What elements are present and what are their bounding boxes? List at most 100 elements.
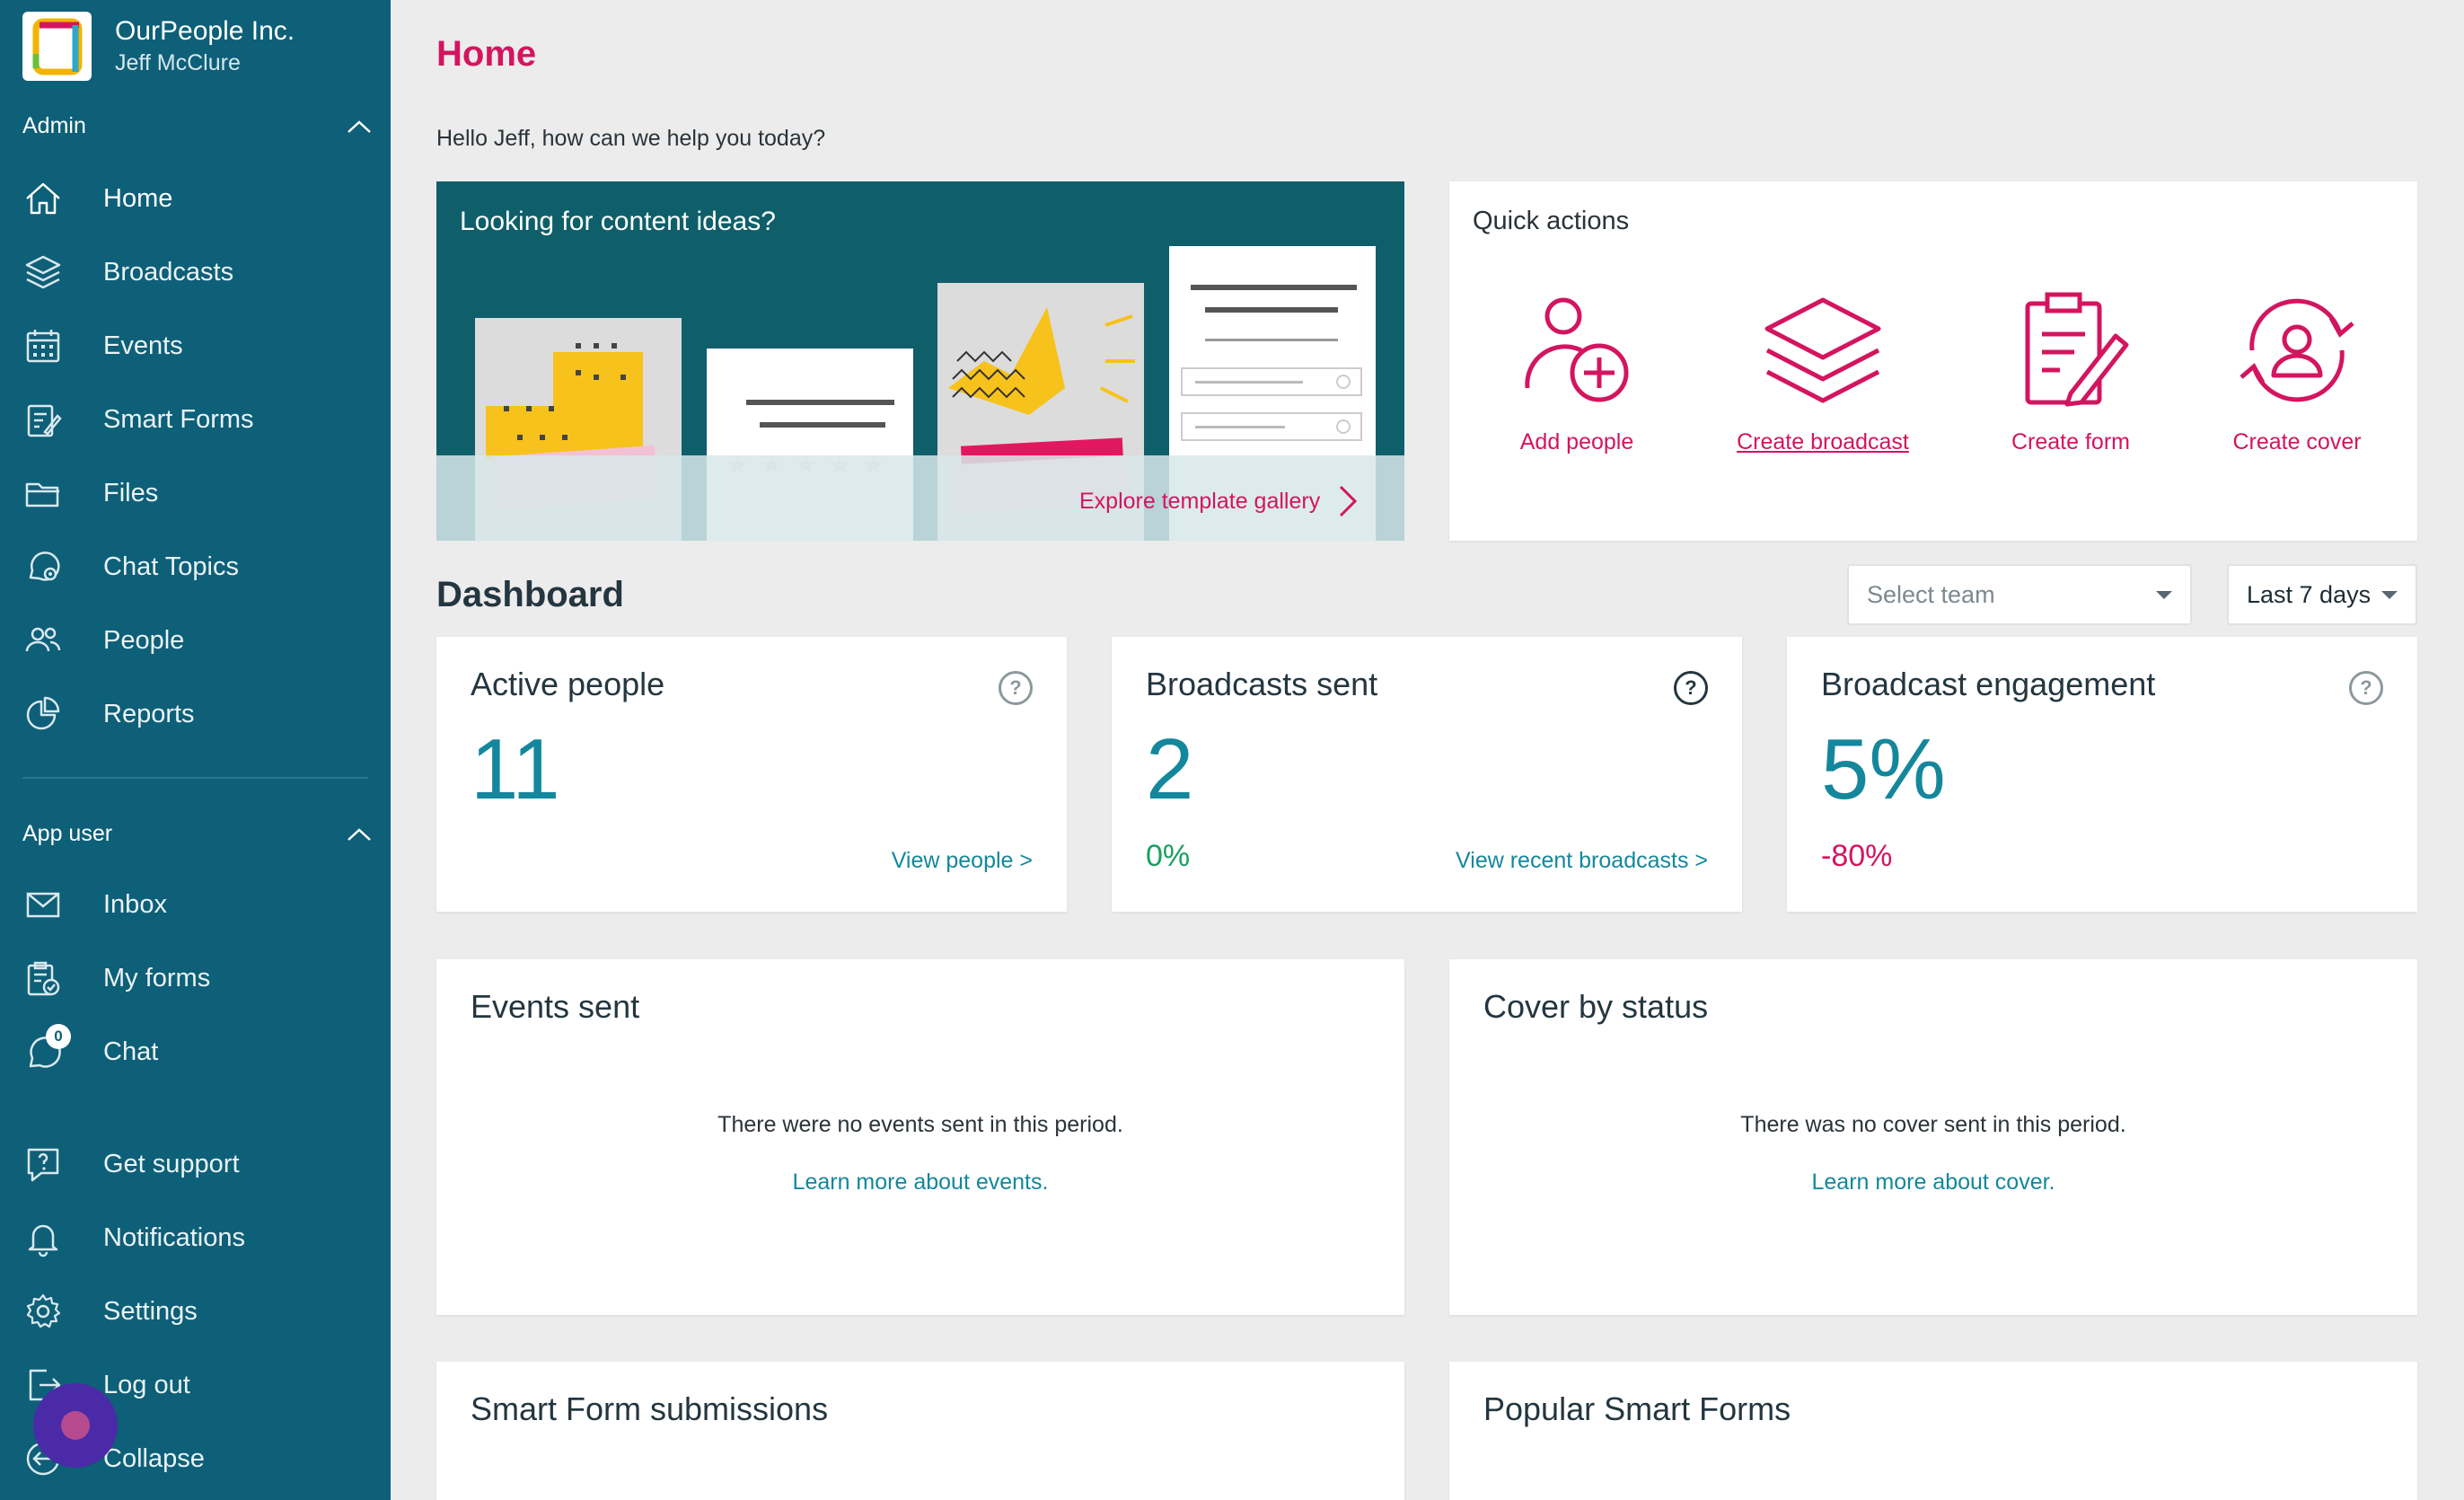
sidebar-item-people[interactable]: People xyxy=(22,613,373,667)
sidebar-item-settings[interactable]: Settings xyxy=(22,1284,373,1338)
app-user-section-toggle[interactable]: App user xyxy=(22,821,373,847)
create-form-action[interactable]: Create form xyxy=(1954,287,2187,455)
app-user-section-label: App user xyxy=(22,821,113,846)
sidebar-item-label: Chat xyxy=(103,1037,159,1066)
sidebar-item-label: Inbox xyxy=(103,889,167,919)
org-header[interactable]: OurPeople Inc. Jeff McClure xyxy=(22,12,295,81)
explore-link-label: Explore template gallery xyxy=(1079,488,1321,514)
sidebar-item-label: Chat Topics xyxy=(103,551,239,581)
help-icon[interactable]: ? xyxy=(1674,671,1708,705)
sidebar-item-chat-topics[interactable]: Chat Topics xyxy=(22,540,373,594)
sidebar-item-broadcasts[interactable]: Broadcasts xyxy=(22,245,373,299)
explore-template-gallery-link[interactable]: Explore template gallery xyxy=(1079,483,1360,519)
sidebar-item-label: Settings xyxy=(103,1296,198,1326)
chevron-right-icon xyxy=(1340,485,1358,517)
sidebar-item-label: Smart Forms xyxy=(103,404,254,434)
broadcast-engagement-card: Broadcast engagement ? 5% -80% xyxy=(1787,637,2417,912)
chat-icon: 0 xyxy=(22,1024,71,1072)
sidebar-item-reports[interactable]: Reports xyxy=(22,687,373,741)
select-team-dropdown[interactable]: Select team xyxy=(1847,564,2192,625)
create-broadcast-action[interactable]: Create broadcast xyxy=(1706,287,1940,455)
sidebar-item-label: Get support xyxy=(103,1149,240,1178)
sidebar-item-label: Notifications xyxy=(103,1222,245,1252)
panel-title: Smart Form submissions xyxy=(471,1390,829,1427)
stat-title: Broadcast engagement xyxy=(1821,666,2156,702)
sidebar-item-get-support[interactable]: Get support xyxy=(22,1137,373,1191)
help-icon[interactable]: ? xyxy=(999,671,1033,705)
empty-state-message: There were no events sent in this period… xyxy=(717,1112,1123,1137)
sidebar-item-label: Broadcasts xyxy=(103,257,234,287)
broadcasts-sent-card: Broadcasts sent ? 2 0% View recent broad… xyxy=(1112,637,1742,912)
learn-more-cover-link[interactable]: Learn more about cover. xyxy=(1449,1169,2417,1196)
caret-down-icon xyxy=(2156,590,2172,599)
add-people-action[interactable]: Add people xyxy=(1460,287,1694,455)
view-recent-broadcasts-link[interactable]: View recent broadcasts > xyxy=(1456,848,1708,874)
stat-value: 5% xyxy=(1821,721,1946,817)
person-refresh-icon xyxy=(2240,298,2354,402)
form-icon xyxy=(22,399,64,440)
period-value: Last 7 days xyxy=(2247,580,2372,608)
sidebar-divider xyxy=(22,777,368,779)
sidebar-item-label: Files xyxy=(103,478,159,507)
select-team-placeholder: Select team xyxy=(1867,580,1995,608)
period-dropdown[interactable]: Last 7 days xyxy=(2227,564,2417,625)
chevron-up-icon xyxy=(348,119,371,133)
stat-title: Broadcasts sent xyxy=(1146,666,1378,702)
sidebar-item-events[interactable]: Events xyxy=(22,319,373,373)
sidebar-item-home[interactable]: Home xyxy=(22,172,373,225)
sidebar-item-label: My forms xyxy=(103,963,211,993)
popular-smart-forms-panel: Popular Smart Forms xyxy=(1449,1362,2417,1500)
pie-chart-icon xyxy=(22,693,64,735)
sidebar-item-inbox[interactable]: Inbox xyxy=(22,878,373,931)
add-people-label: Add people xyxy=(1519,429,1634,454)
stat-value: 2 xyxy=(1146,721,1194,817)
create-cover-action[interactable]: Create cover xyxy=(2180,287,2414,455)
template-gallery-banner[interactable]: Looking for content ideas? Explore templ… xyxy=(436,181,1404,541)
mail-icon xyxy=(22,884,64,925)
stat-value: 11 xyxy=(471,721,560,817)
dashboard-title: Dashboard xyxy=(436,575,624,614)
learn-more-events-link[interactable]: Learn more about events. xyxy=(436,1169,1404,1196)
sidebar-item-chat[interactable]: 0 Chat xyxy=(22,1024,373,1079)
stat-change: -80% xyxy=(1821,839,1893,873)
sidebar-item-files[interactable]: Files xyxy=(22,466,373,520)
greeting-text: Hello Jeff, how can we help you today? xyxy=(436,126,826,151)
layers-icon xyxy=(1764,297,1881,403)
help-chat-icon xyxy=(22,1143,64,1185)
people-icon xyxy=(22,620,64,661)
user-name: Jeff McClure xyxy=(115,49,241,75)
help-icon[interactable]: ? xyxy=(2349,671,2383,705)
sidebar-item-smart-forms[interactable]: Smart Forms xyxy=(22,393,373,446)
create-form-label: Create form xyxy=(2011,429,2130,454)
sidebar-item-label: Events xyxy=(103,331,183,360)
sidebar-item-notifications[interactable]: Notifications xyxy=(22,1211,373,1265)
gear-icon xyxy=(22,1291,64,1332)
sidebar-item-label: Collapse xyxy=(103,1443,205,1473)
quick-actions-card: Quick actions Add people Create broadcas… xyxy=(1449,181,2417,541)
create-cover-label: Create cover xyxy=(2232,429,2362,454)
chevron-up-icon xyxy=(348,827,371,841)
clipboard-check-icon xyxy=(22,957,64,999)
view-people-link[interactable]: View people > xyxy=(892,848,1033,874)
cover-by-status-panel: Cover by status There was no cover sent … xyxy=(1449,959,2417,1315)
home-icon xyxy=(22,178,64,219)
panel-title: Popular Smart Forms xyxy=(1483,1390,1791,1427)
empty-state-message: There was no cover sent in this period. xyxy=(1740,1112,2126,1137)
stat-change: 0% xyxy=(1146,839,1191,873)
panel-title: Events sent xyxy=(471,988,640,1025)
page-title: Home xyxy=(436,34,537,74)
chat-unread-badge: 0 xyxy=(46,1024,71,1049)
bell-icon xyxy=(22,1217,64,1258)
sidebar-item-label: Log out xyxy=(103,1370,190,1399)
sidebar-item-label: Reports xyxy=(103,699,195,728)
sidebar: OurPeople Inc. Jeff McClure Admin Home B… xyxy=(0,0,391,1500)
chat-gear-icon xyxy=(22,546,64,587)
folder-icon xyxy=(22,472,64,514)
assistant-launcher-button[interactable] xyxy=(33,1383,118,1468)
admin-section-label: Admin xyxy=(22,113,86,138)
layers-icon xyxy=(22,251,64,293)
smart-form-submissions-panel: Smart Form submissions xyxy=(436,1362,1404,1500)
sidebar-item-my-forms[interactable]: My forms xyxy=(22,951,373,1005)
assistant-dot-icon xyxy=(61,1411,90,1440)
admin-section-toggle[interactable]: Admin xyxy=(22,113,373,139)
